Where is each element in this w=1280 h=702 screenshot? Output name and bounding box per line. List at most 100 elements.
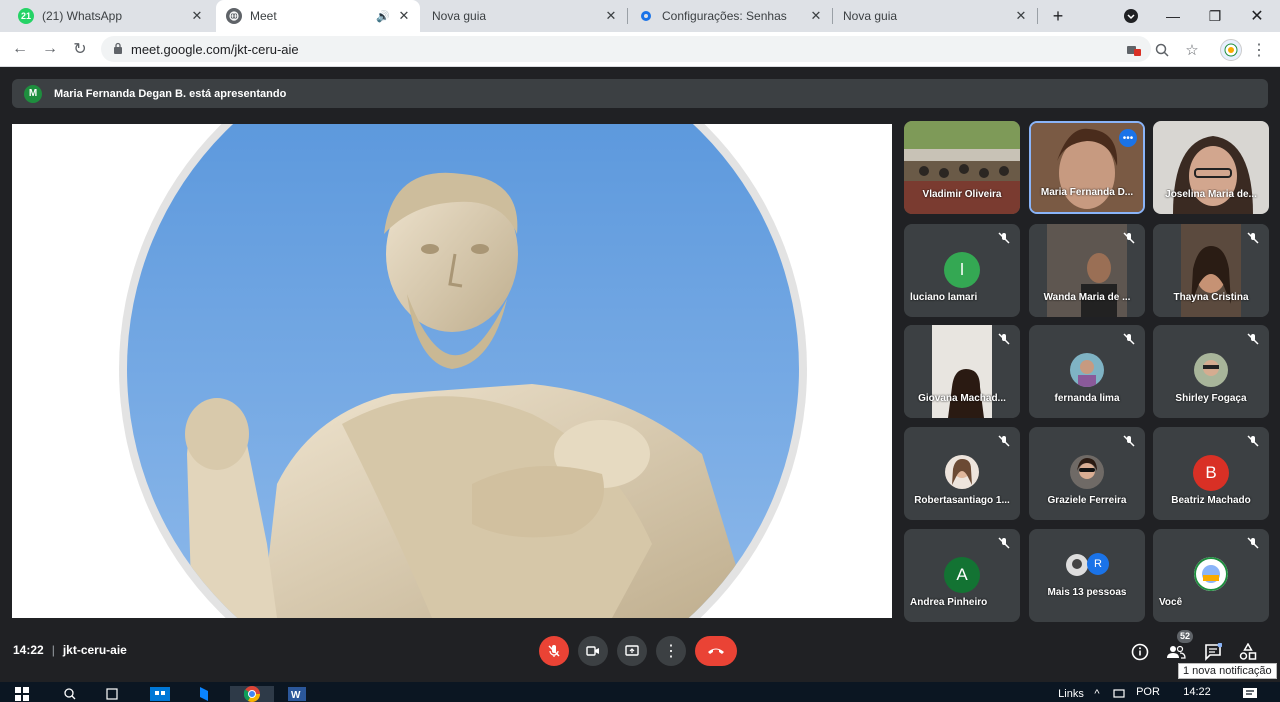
close-tab-icon[interactable]: ✕: [806, 8, 826, 24]
tab-title: Configurações: Senhas: [662, 9, 787, 23]
mic-off-icon: [1123, 435, 1135, 447]
search-icon[interactable]: [60, 686, 80, 702]
camera-toggle-button[interactable]: [578, 636, 608, 666]
participant-name: Você: [1159, 597, 1183, 608]
meeting-details-button[interactable]: [1129, 641, 1151, 663]
network-icon[interactable]: [1110, 686, 1128, 702]
more-participants-tile[interactable]: R Mais 13 pessoas: [1029, 529, 1145, 622]
whatsapp-icon: 21: [18, 8, 34, 24]
new-tab-button[interactable]: +: [1037, 0, 1079, 32]
tab-search-icon[interactable]: [1110, 0, 1152, 32]
mic-off-icon: [1123, 232, 1135, 244]
participant-name: Wanda Maria de ...: [1043, 292, 1131, 303]
close-tab-icon[interactable]: ✕: [187, 8, 207, 24]
participant-tile[interactable]: l luciano lamari: [904, 224, 1020, 317]
activities-button[interactable]: [1237, 641, 1259, 663]
participant-tile[interactable]: A Andrea Pinheiro: [904, 529, 1020, 622]
word-icon[interactable]: W: [285, 686, 309, 702]
more-options-button[interactable]: ⋮: [656, 636, 686, 666]
mic-off-icon: [998, 537, 1010, 549]
chat-button[interactable]: [1202, 641, 1224, 663]
reload-button[interactable]: ↻: [68, 37, 92, 61]
close-tab-icon[interactable]: ✕: [394, 8, 414, 24]
task-view-icon[interactable]: [102, 686, 122, 702]
meeting-info: 14:22 | jkt-ceru-aie: [13, 643, 127, 657]
notification-center-icon[interactable]: [1240, 686, 1260, 702]
tab-nova-guia[interactable]: Nova guia ✕: [422, 0, 627, 32]
participant-name: Vladimir Oliveira: [922, 189, 1002, 200]
windows-start-icon[interactable]: [12, 686, 32, 702]
chrome-icon[interactable]: [230, 686, 274, 702]
links-toolbar[interactable]: Links: [1056, 686, 1086, 702]
presenter-avatar: M: [24, 84, 42, 103]
file-explorer-icon[interactable]: [195, 686, 219, 702]
more-participants-label: Mais 13 pessoas: [1047, 587, 1127, 598]
meeting-time: 14:22: [13, 643, 44, 657]
tab-title: Nova guia: [843, 9, 898, 23]
close-tab-icon[interactable]: ✕: [1011, 8, 1031, 24]
participant-tile[interactable]: Vladimir Oliveira: [904, 121, 1020, 214]
participant-avatar: R: [1087, 553, 1109, 575]
end-call-button[interactable]: [695, 636, 737, 666]
statue-image: [119, 124, 807, 618]
tab-whatsapp[interactable]: 21 (21) WhatsApp ✕: [8, 0, 213, 32]
lock-icon[interactable]: [113, 42, 123, 57]
participant-tile[interactable]: Robertasantiago 1...: [904, 427, 1020, 520]
participant-name: Thayna Cristina: [1173, 292, 1249, 303]
globe-icon: [226, 8, 242, 24]
participant-name: luciano lamari: [910, 292, 978, 303]
close-tab-icon[interactable]: ✕: [601, 8, 621, 24]
participant-tile[interactable]: B Beatriz Machado: [1153, 427, 1269, 520]
mic-toggle-button[interactable]: [539, 636, 569, 666]
bookmark-star-icon[interactable]: ☆: [1183, 41, 1201, 59]
mic-off-icon: [998, 435, 1010, 447]
participant-tile[interactable]: Shirley Fogaça: [1153, 325, 1269, 418]
participant-tile-pinned[interactable]: ••• Maria Fernanda D...: [1029, 121, 1145, 214]
browser-menu-icon[interactable]: ⋮: [1250, 41, 1268, 59]
minimize-button[interactable]: —: [1152, 0, 1194, 32]
close-window-button[interactable]: ✕: [1236, 0, 1278, 32]
language-indicator[interactable]: POR: [1134, 684, 1162, 700]
participant-tile[interactable]: Thayna Cristina: [1153, 224, 1269, 317]
more-vert-icon: ⋮: [663, 643, 679, 660]
presentation-stage[interactable]: [12, 124, 892, 618]
tab-nova-guia-2[interactable]: Nova guia ✕: [833, 0, 1037, 32]
participant-tile[interactable]: Giovana Machad...: [904, 325, 1020, 418]
forward-button[interactable]: →: [38, 37, 62, 61]
hang-up-icon: [708, 648, 724, 654]
speaker-icon[interactable]: 🔊: [376, 10, 390, 23]
present-screen-button[interactable]: [617, 636, 647, 666]
zoom-icon[interactable]: [1153, 41, 1171, 59]
camera-blocked-icon[interactable]: [1125, 41, 1143, 59]
participant-tile[interactable]: fernanda lima: [1029, 325, 1145, 418]
tab-configuracoes[interactable]: Configurações: Senhas ✕: [628, 0, 832, 32]
tab-title: Nova guia: [432, 9, 487, 23]
back-button[interactable]: ←: [8, 37, 32, 61]
participant-tile[interactable]: Graziele Ferreira: [1029, 427, 1145, 520]
participant-tile[interactable]: Wanda Maria de ...: [1029, 224, 1145, 317]
participant-avatar: A: [944, 557, 980, 593]
present-icon: [625, 645, 639, 656]
tab-meet[interactable]: Meet 🔊 ✕: [216, 0, 420, 32]
participants-button[interactable]: [1165, 641, 1187, 663]
participant-name: Shirley Fogaça: [1175, 393, 1247, 404]
self-tile[interactable]: Você: [1153, 529, 1269, 622]
participant-video: [904, 121, 1020, 214]
mic-off-icon: [1247, 537, 1259, 549]
mic-off-icon: [998, 333, 1010, 345]
activities-icon: [1239, 643, 1257, 660]
profile-avatar-icon[interactable]: [1220, 39, 1242, 61]
participant-tile[interactable]: Joselina Maria de...: [1153, 121, 1269, 214]
mic-off-icon: [1247, 333, 1259, 345]
store-icon[interactable]: [148, 686, 172, 702]
chevron-up-icon[interactable]: ^: [1090, 686, 1104, 702]
participant-avatar: l: [944, 252, 980, 288]
maximize-button[interactable]: ❐: [1194, 0, 1236, 32]
taskbar-clock[interactable]: 14:22: [1180, 684, 1214, 700]
chat-icon: [1205, 643, 1222, 661]
tab-title: Meet: [250, 9, 277, 23]
address-bar[interactable]: meet.google.com/jkt-ceru-aie: [101, 36, 1151, 62]
tab-strip: 21 (21) WhatsApp ✕ Meet 🔊 ✕ Nova guia ✕ …: [0, 0, 1280, 32]
more-options-icon[interactable]: •••: [1119, 129, 1137, 147]
participant-avatar: [1070, 455, 1104, 489]
